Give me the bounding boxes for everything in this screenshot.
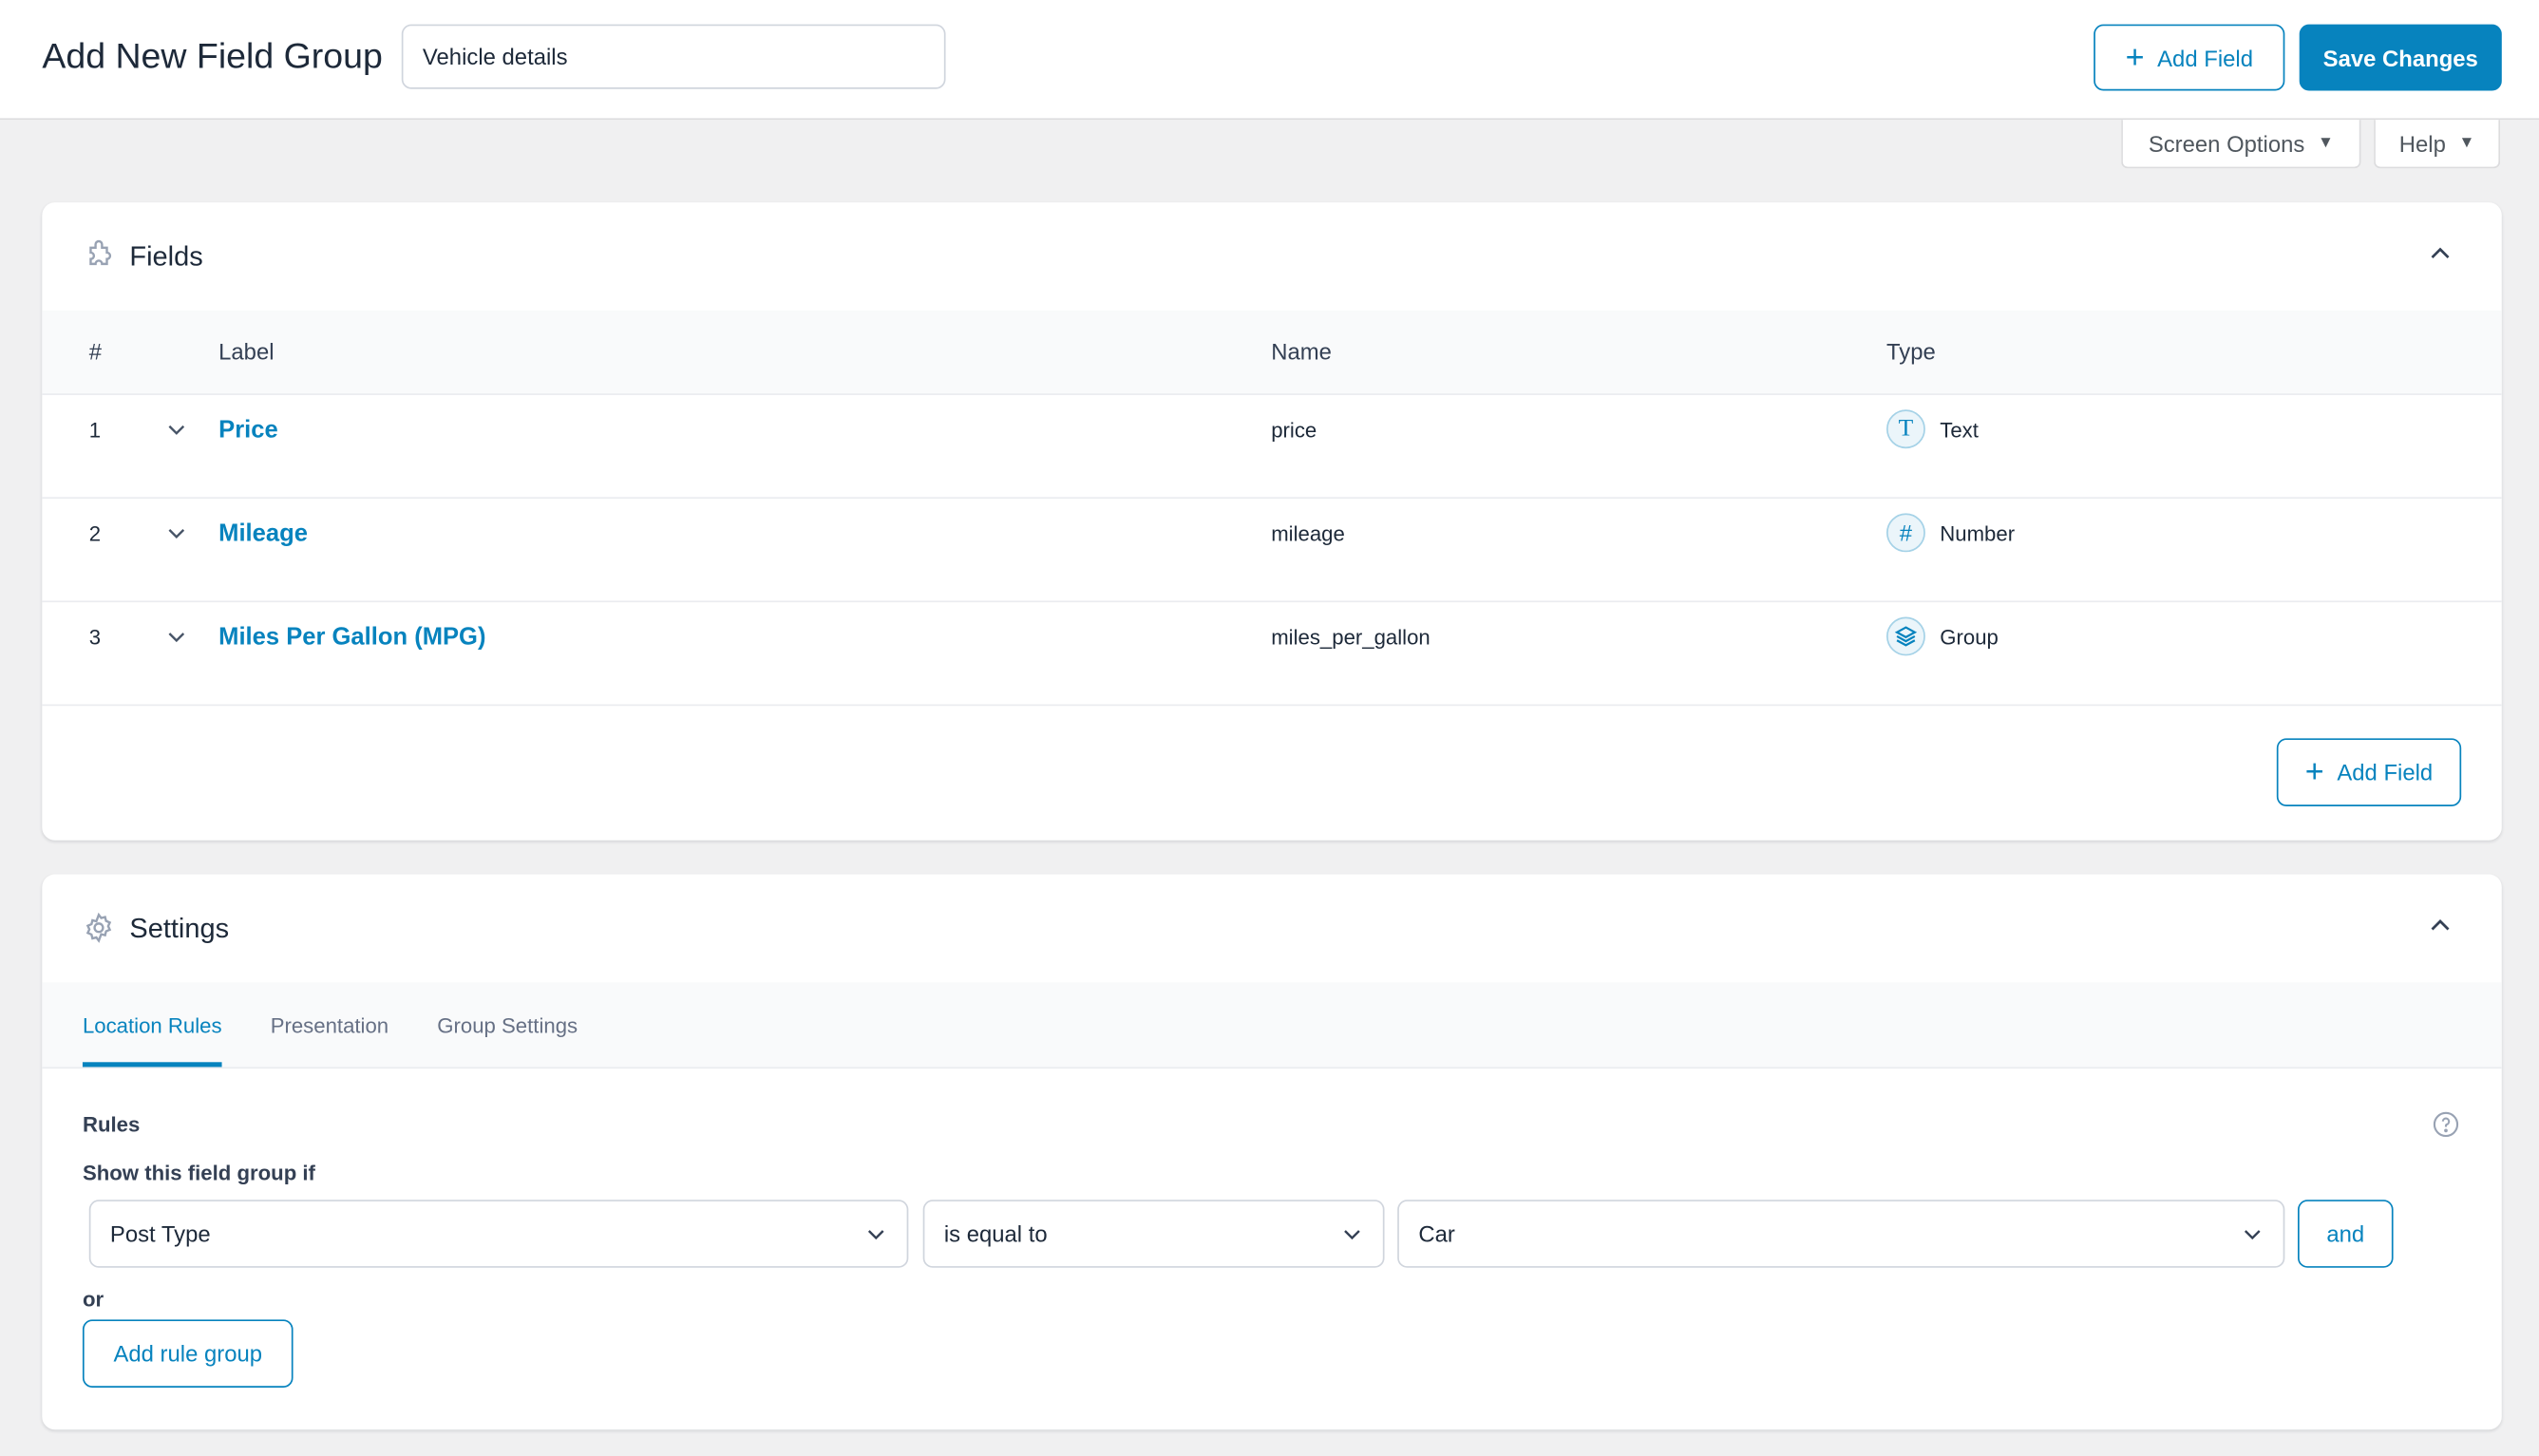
field-type: Group (1885, 600, 1999, 671)
field-row[interactable]: 1 Price price T Text (42, 393, 2502, 500)
rule-operator-select[interactable]: is equal to (922, 1200, 1385, 1268)
plus-icon: + (2304, 754, 2324, 790)
settings-panel: Settings Location Rules Presentation Gro… (42, 874, 2502, 1430)
number-type-icon: # (1885, 513, 1925, 553)
field-type-label: Text (1940, 416, 1979, 442)
chevron-up-icon[interactable] (2427, 241, 2453, 267)
add-field-label: Add Field (2157, 44, 2253, 71)
save-changes-button[interactable]: Save Changes (2299, 24, 2502, 91)
field-num: 3 (88, 624, 102, 649)
field-type: # Number (1885, 497, 2016, 568)
help-button[interactable]: Help ▼ (2374, 120, 2501, 169)
rule-value-value: Car (1418, 1220, 1455, 1247)
show-if-label: Show this field group if (82, 1161, 315, 1185)
chevron-down-icon[interactable] (165, 393, 188, 464)
page-title: Add New Field Group (42, 35, 383, 77)
add-field-button-header[interactable]: + Add Field (2094, 24, 2285, 91)
or-label: or (82, 1287, 104, 1312)
column-header-type: Type (1885, 338, 1936, 365)
column-header-label: Label (218, 338, 275, 365)
add-field-label: Add Field (2337, 759, 2434, 785)
caret-down-icon: ▼ (2317, 134, 2334, 153)
field-type-label: Number (1940, 520, 2016, 545)
rule-operator-value: is equal to (943, 1220, 1048, 1247)
gear-icon (85, 912, 112, 943)
caret-down-icon: ▼ (2458, 134, 2475, 153)
field-num: 2 (88, 520, 102, 545)
chevron-down-icon[interactable] (165, 497, 188, 568)
add-rule-group-button[interactable]: Add rule group (82, 1319, 294, 1388)
column-header-name: Name (1271, 338, 1332, 365)
tab-presentation[interactable]: Presentation (271, 983, 388, 1068)
field-label-link[interactable]: Mileage (218, 519, 308, 546)
field-group-title-input[interactable] (401, 24, 946, 89)
settings-panel-header: Settings (42, 875, 2502, 985)
settings-panel-title: Settings (129, 913, 230, 944)
rules-label: Rules (82, 1112, 141, 1137)
top-bar: Add New Field Group + Add Field Save Cha… (0, 0, 2539, 121)
text-type-icon: T (1885, 409, 1925, 449)
screen-options-label: Screen Options (2148, 130, 2305, 157)
fields-panel-header: Fields (42, 202, 2502, 313)
fields-table-header: # Label Name Type (42, 311, 2502, 395)
field-name: miles_per_gallon (1271, 624, 1431, 649)
field-name: mileage (1271, 520, 1345, 545)
settings-tabs: Location Rules Presentation Group Settin… (42, 982, 2502, 1069)
chevron-down-icon (867, 1230, 884, 1240)
field-name: price (1271, 416, 1317, 442)
screen-options-button[interactable]: Screen Options ▼ (2121, 120, 2361, 169)
plus-icon: + (2125, 39, 2145, 76)
field-row[interactable]: 3 Miles Per Gallon (MPG) miles_per_gallo… (42, 600, 2502, 707)
chevron-down-icon (1344, 1230, 1360, 1240)
help-label: Help (2398, 130, 2446, 157)
rule-param-select[interactable]: Post Type (88, 1200, 909, 1268)
column-header-num: # (88, 338, 103, 365)
help-circle-icon[interactable] (2432, 1110, 2459, 1138)
chevron-up-icon[interactable] (2427, 913, 2453, 938)
field-type: T Text (1885, 393, 1979, 464)
add-field-button[interactable]: + Add Field (2276, 738, 2462, 806)
tab-group-settings[interactable]: Group Settings (437, 983, 578, 1068)
group-type-icon (1885, 616, 1925, 656)
rule-param-value: Post Type (109, 1220, 211, 1247)
field-num: 1 (88, 416, 102, 442)
chevron-down-icon (2244, 1230, 2261, 1240)
field-row[interactable]: 2 Mileage mileage # Number (42, 497, 2502, 603)
tab-location-rules[interactable]: Location Rules (82, 983, 222, 1068)
fields-panel: Fields # Label Name Type 1 Price price T… (42, 202, 2502, 841)
chevron-down-icon[interactable] (165, 600, 188, 671)
puzzle-icon (89, 239, 112, 266)
rule-value-select[interactable]: Car (1397, 1200, 2285, 1268)
field-label-link[interactable]: Price (218, 415, 278, 443)
fields-panel-title: Fields (129, 241, 203, 273)
field-type-label: Group (1940, 624, 1999, 649)
and-rule-button[interactable]: and (2297, 1200, 2394, 1268)
field-label-link[interactable]: Miles Per Gallon (MPG) (218, 622, 485, 650)
